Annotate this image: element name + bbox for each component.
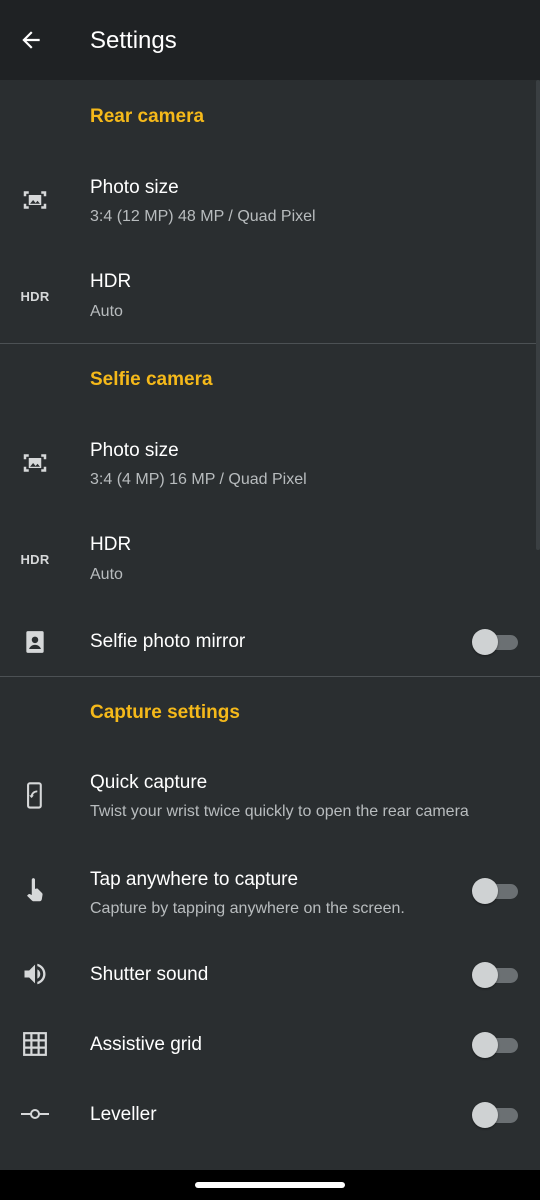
setting-selfie-photo-size[interactable]: Photo size 3:4 (4 MP) 16 MP / Quad Pixel <box>0 418 540 508</box>
tap-capture-toggle[interactable] <box>472 878 520 904</box>
section-header-rear-camera: Rear camera <box>90 106 205 127</box>
leveller-toggle[interactable] <box>472 1102 520 1128</box>
setting-title: Photo size <box>90 177 179 198</box>
section-header-selfie-camera: Selfie camera <box>90 369 213 390</box>
setting-title: HDR <box>90 534 132 555</box>
home-gesture-handle[interactable] <box>195 1182 345 1188</box>
setting-selfie-hdr[interactable]: HDR HDR Auto <box>0 515 540 605</box>
selfie-portrait-icon <box>14 621 56 663</box>
setting-subtitle: Capture by tapping anywhere on the scree… <box>90 900 405 917</box>
photo-size-icon <box>14 442 56 484</box>
section-divider <box>0 343 540 344</box>
phone-twist-icon <box>14 775 56 817</box>
setting-tap-anywhere-to-capture[interactable]: Tap anywhere to capture Capture by tappi… <box>0 848 540 936</box>
setting-title: Leveller <box>90 1104 157 1125</box>
setting-rear-photo-size[interactable]: Photo size 3:4 (12 MP) 48 MP / Quad Pixe… <box>0 155 540 245</box>
shutter-sound-toggle[interactable] <box>472 962 520 988</box>
scrollbar[interactable] <box>536 80 540 550</box>
setting-value: 3:4 (4 MP) 16 MP / Quad Pixel <box>90 471 307 488</box>
setting-leveller[interactable]: Leveller <box>0 1082 540 1146</box>
setting-selfie-photo-mirror[interactable]: Selfie photo mirror <box>0 610 540 674</box>
page-title: Settings <box>90 27 177 54</box>
selfie-mirror-toggle[interactable] <box>472 629 520 655</box>
leveller-icon <box>14 1093 56 1135</box>
setting-title: Quick capture <box>90 772 208 793</box>
setting-rear-hdr[interactable]: HDR HDR Auto <box>0 252 540 342</box>
setting-value: 3:4 (12 MP) 48 MP / Quad Pixel <box>90 208 316 225</box>
setting-value: Auto <box>90 566 123 583</box>
section-header-capture-settings: Capture settings <box>90 702 240 723</box>
setting-assistive-grid[interactable]: Assistive grid <box>0 1012 540 1076</box>
system-nav-bar <box>0 1170 540 1200</box>
section-divider <box>0 676 540 677</box>
app-bar: Settings <box>0 0 540 80</box>
grid-icon <box>14 1023 56 1065</box>
hdr-icon: HDR <box>20 288 50 304</box>
setting-title: HDR <box>90 271 132 292</box>
setting-title: Selfie photo mirror <box>90 631 246 652</box>
assistive-grid-toggle[interactable] <box>472 1032 520 1058</box>
volume-icon <box>14 953 56 995</box>
setting-subtitle: Twist your wrist twice quickly to open t… <box>90 803 469 820</box>
settings-list[interactable]: Rear camera Photo size 3:4 (12 MP) 48 MP… <box>0 80 540 1170</box>
back-button[interactable] <box>12 21 50 59</box>
setting-title: Shutter sound <box>90 964 209 985</box>
arrow-left-icon <box>22 31 40 49</box>
hdr-icon: HDR <box>20 551 50 567</box>
photo-size-icon <box>14 179 56 221</box>
setting-title: Tap anywhere to capture <box>90 869 299 890</box>
setting-title: Photo size <box>90 440 179 461</box>
setting-value: Auto <box>90 303 123 320</box>
touch-icon <box>14 869 56 911</box>
setting-title: Assistive grid <box>90 1034 202 1055</box>
setting-shutter-sound[interactable]: Shutter sound <box>0 942 540 1006</box>
setting-quick-capture[interactable]: Quick capture Twist your wrist twice qui… <box>0 752 540 840</box>
